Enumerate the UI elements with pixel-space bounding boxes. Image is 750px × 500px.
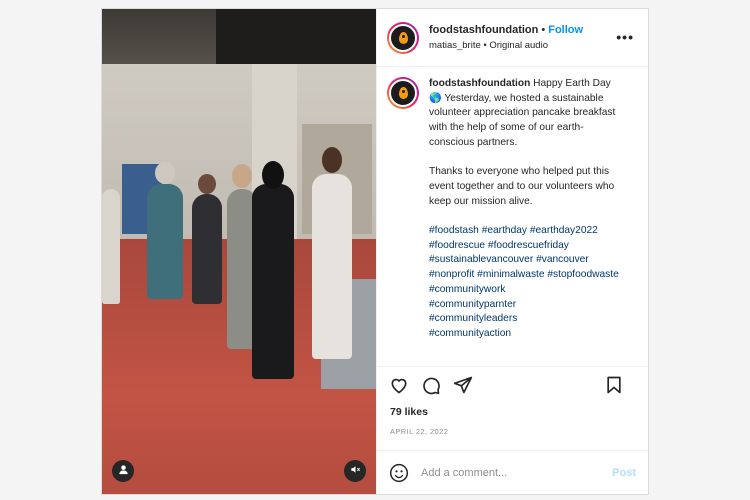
- hashtag[interactable]: #stopfoodwaste: [547, 269, 618, 280]
- like-count[interactable]: 79 likes: [377, 402, 648, 422]
- post-header: foodstashfoundation • Follow matias_brite …: [377, 9, 648, 67]
- globe-emoji: 🌎: [429, 92, 442, 104]
- location-pin-icon: [398, 87, 408, 99]
- header-separator: •: [541, 23, 546, 36]
- caption-text: foodstashfoundation Happy Earth Day 🌎 Ye…: [429, 77, 625, 342]
- post-comment-button[interactable]: Post: [612, 467, 636, 479]
- user-icon: [118, 464, 129, 478]
- hashtag[interactable]: #earthday2022: [530, 225, 598, 236]
- caption-paragraph-2: Thanks to everyone who helped put this e…: [429, 166, 615, 207]
- paper-plane-icon[interactable]: [453, 375, 473, 395]
- smiley-icon[interactable]: [389, 463, 409, 483]
- hashtag[interactable]: #communitywork: [429, 284, 505, 295]
- hashtag[interactable]: #foodrescuefriday: [488, 240, 569, 251]
- audio-user-link[interactable]: matias_brite: [429, 40, 481, 51]
- mute-button[interactable]: [344, 460, 366, 482]
- hashtag[interactable]: #communityaction: [429, 328, 511, 339]
- video-frame: [102, 9, 376, 494]
- hashtag[interactable]: #sustainablevancouver: [429, 254, 533, 265]
- bookmark-icon[interactable]: [604, 375, 624, 395]
- comment-bar: Post: [377, 450, 648, 494]
- post-date: APRIL 22, 2022: [390, 427, 449, 436]
- location-pin-icon: [398, 31, 408, 44]
- hashtag[interactable]: #vancouver: [536, 254, 589, 265]
- action-bar: [377, 366, 648, 402]
- caption-line-2: Yesterday, we hosted a sustainable volun…: [429, 92, 616, 148]
- post-video[interactable]: [102, 9, 376, 494]
- caption-area: foodstashfoundation Happy Earth Day 🌎 Ye…: [377, 67, 648, 366]
- follow-button[interactable]: Follow: [548, 24, 583, 36]
- hashtag[interactable]: #minimalwaste: [477, 269, 544, 280]
- audio-label[interactable]: Original audio: [489, 40, 548, 51]
- hashtag[interactable]: #foodstash: [429, 225, 479, 236]
- heart-icon[interactable]: [389, 375, 409, 395]
- comment-input[interactable]: [421, 466, 613, 479]
- audio-separator: •: [483, 39, 487, 51]
- header-username[interactable]: foodstashfoundation: [429, 24, 538, 36]
- hashtag-list: #foodstash #earthday #earthday2022 #food…: [429, 224, 625, 342]
- hashtag[interactable]: #earthday: [482, 225, 527, 236]
- hashtag[interactable]: #communityleaders: [429, 313, 517, 324]
- speaker-muted-icon: [350, 464, 361, 478]
- hashtag[interactable]: #foodrescue: [429, 240, 485, 251]
- caption-line-1: Happy Earth Day: [533, 78, 611, 89]
- caption-avatar[interactable]: [387, 77, 419, 109]
- more-options-icon[interactable]: •••: [616, 29, 634, 45]
- comment-icon[interactable]: [421, 375, 441, 395]
- tagged-users-button[interactable]: [112, 460, 134, 482]
- hashtag[interactable]: #nonprofit: [429, 269, 474, 280]
- instagram-post: foodstashfoundation • Follow matias_brite …: [101, 8, 649, 495]
- hashtag[interactable]: #communityparnter: [429, 299, 516, 310]
- post-sidebar: foodstashfoundation • Follow matias_brite …: [376, 9, 648, 494]
- avatar[interactable]: [387, 21, 419, 54]
- caption-username[interactable]: foodstashfoundation: [429, 78, 530, 89]
